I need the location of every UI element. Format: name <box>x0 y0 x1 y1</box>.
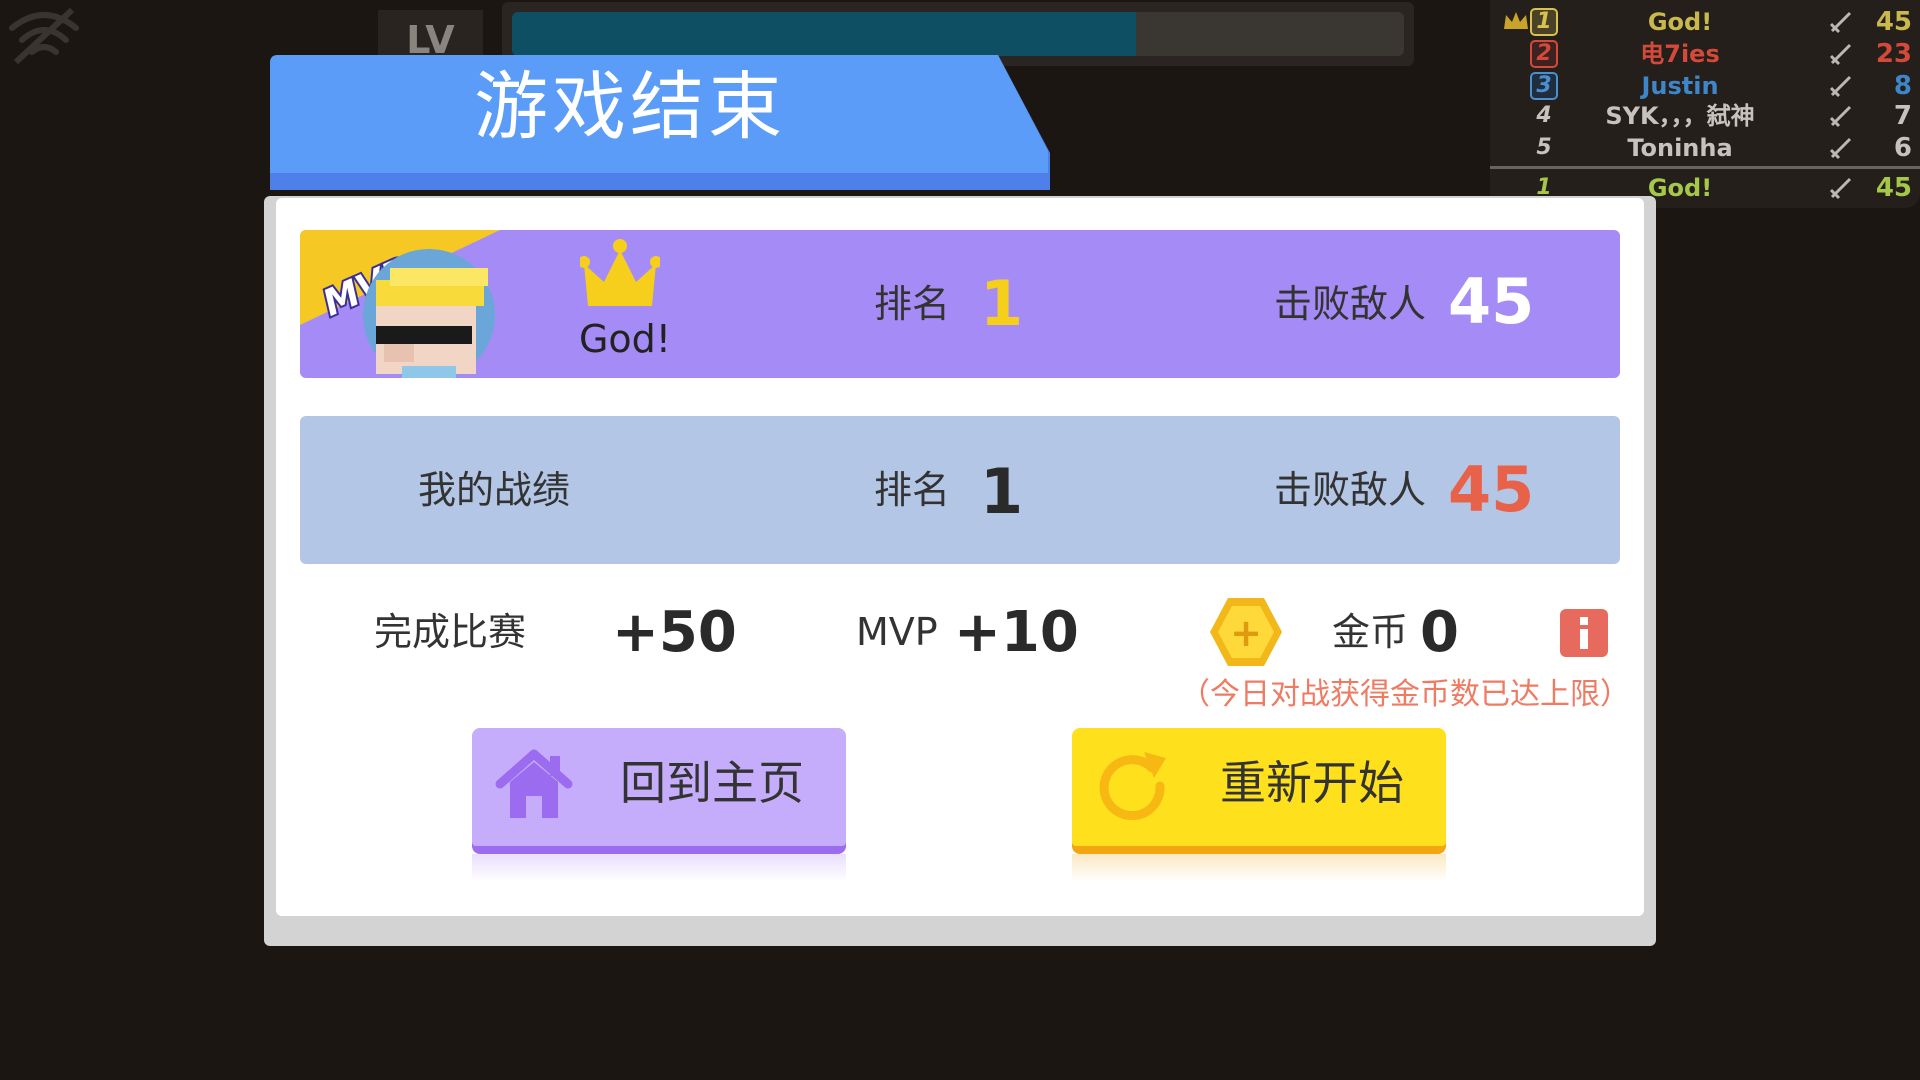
complete-match-value: +50 <box>612 600 737 665</box>
leaderboard-row: 3 Justin 8 <box>1490 70 1920 102</box>
kill-count: 8 <box>1893 71 1912 101</box>
info-icon <box>1580 617 1588 649</box>
mvp-bonus-value: +10 <box>954 600 1079 665</box>
info-button[interactable] <box>1560 609 1608 657</box>
rank-label: 排名 <box>874 282 951 326</box>
restart-button-glow <box>1072 854 1446 882</box>
mvp-bonus-label: MVP <box>856 610 938 654</box>
player-name: 电7ies <box>1640 40 1720 68</box>
player-name: Toninha <box>1627 134 1733 162</box>
rank-badge: 5 <box>1536 135 1552 160</box>
player-avatar <box>363 249 495 378</box>
rank-badge: 3 <box>1530 72 1558 100</box>
home-button[interactable]: 回到主页 <box>472 728 846 882</box>
leaderboard-row: 4 SYK，，，弑神 7 <box>1490 100 1920 132</box>
player-name: SYK，，，弑神 <box>1605 102 1755 130</box>
game-over-title: 游戏结束 <box>474 64 786 150</box>
coin-value: 0 <box>1420 600 1459 665</box>
crown-icon <box>1504 12 1528 29</box>
mvp-row: MVP God! 排名 1 击败敌人 45 <box>300 230 1620 378</box>
player-name: God! <box>1647 8 1713 36</box>
kill-count: 45 <box>1875 7 1912 37</box>
xp-progress-fill <box>512 12 1137 56</box>
rank-badge: 1 <box>1530 8 1558 36</box>
kills-label: 击败敌人 <box>1274 468 1427 512</box>
kills-label: 击败敌人 <box>1274 282 1427 326</box>
home-icon <box>495 749 573 818</box>
coin-label: 金币 <box>1332 610 1409 654</box>
kill-count: 45 <box>1875 173 1912 203</box>
sword-icon <box>1829 43 1852 66</box>
crown-icon <box>580 239 660 306</box>
home-button-glow <box>472 854 846 882</box>
mvp-player-name: God! <box>578 317 672 361</box>
my-rank-value: 1 <box>980 455 1024 528</box>
wifi-icon <box>9 7 79 65</box>
restart-icon <box>1099 752 1166 821</box>
svg-text:+: + <box>1230 611 1262 655</box>
leaderboard-row: 5 Toninha 6 <box>1490 132 1920 164</box>
leaderboard-row: 2 电7ies 23 <box>1490 38 1920 70</box>
kill-count: 23 <box>1875 39 1912 69</box>
rank-badge: 2 <box>1530 40 1558 68</box>
sword-icon <box>1829 105 1852 128</box>
my-stats-row: 我的战绩 排名 1 击败敌人 45 <box>300 416 1620 564</box>
sword-icon <box>1829 11 1852 34</box>
my-stats-title: 我的战绩 <box>418 468 571 512</box>
my-kills-value: 45 <box>1448 453 1535 526</box>
sword-icon <box>1829 137 1852 160</box>
kill-count: 7 <box>1893 101 1912 131</box>
mvp-rank-value: 1 <box>980 267 1024 340</box>
leaderboard: 1 God! 45 2 电7ies 23 3 Justin 8 4 SYK，，，… <box>1490 0 1920 208</box>
rank-label: 排名 <box>874 468 951 512</box>
home-button-label: 回到主页 <box>620 756 804 810</box>
restart-button-label: 重新开始 <box>1220 756 1404 810</box>
leaderboard-divider <box>1490 166 1920 169</box>
sword-icon <box>1829 75 1852 98</box>
coin-limit-note: （今日对战获得金币数已达上限） <box>1180 677 1630 712</box>
kill-count: 6 <box>1893 133 1912 163</box>
rank-badge: 4 <box>1536 103 1552 128</box>
restart-button[interactable]: 重新开始 <box>1072 728 1446 882</box>
player-name: Justin <box>1641 72 1719 100</box>
sword-icon <box>1829 177 1852 200</box>
leaderboard-row: 1 God! 45 <box>1490 6 1920 38</box>
mvp-kills-value: 45 <box>1448 265 1535 338</box>
complete-match-label: 完成比赛 <box>374 610 527 654</box>
coin-icon: + <box>1210 598 1282 666</box>
